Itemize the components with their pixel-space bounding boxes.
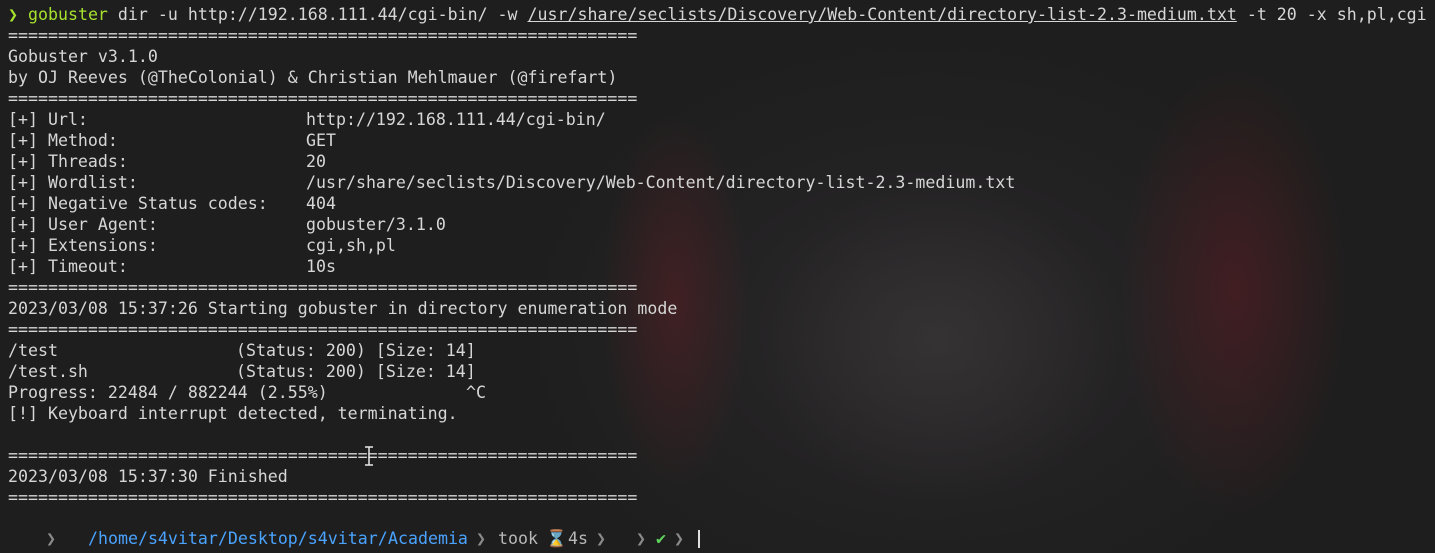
config-row: [+] Threads: 20 — [8, 151, 1408, 172]
segment-separator-icon: ❯ — [636, 529, 646, 548]
separator-line: ========================================… — [8, 26, 638, 45]
config-label: [+] Extensions: — [8, 236, 158, 255]
config-row: [+] Url: http://192.168.111.44/cgi-bin/ — [8, 109, 1408, 130]
command-duration: 4s — [568, 529, 588, 548]
result-row: /test.sh (Status: 200) [Size: 14] — [8, 361, 708, 382]
start-message: 2023/03/08 15:37:26 Starting gobuster in… — [8, 299, 678, 318]
command-wordlist-path: /usr/share/seclists/Discovery/Web-Conten… — [527, 5, 1237, 24]
command-program: gobuster — [28, 5, 108, 24]
config-label: [+] Url: — [8, 110, 88, 129]
result-path: /test.sh — [8, 362, 88, 381]
finish-message: 2023/03/08 15:37:30 Finished — [8, 467, 288, 486]
config-value: 20 — [306, 152, 326, 171]
prompt-arrow-icon: ❯ — [8, 5, 18, 24]
config-label: [+] Method: — [8, 131, 118, 150]
prompt-path-current: Academia — [388, 529, 468, 548]
segment-separator-icon: ❯ — [596, 529, 606, 548]
result-status: (Status: 200) [Size: 14] — [236, 362, 476, 381]
banner-authors: by OJ Reeves (@TheColonial) & Christian … — [8, 68, 618, 87]
config-value: gobuster/3.1.0 — [306, 215, 446, 234]
command-line: ❯ gobuster dir -u http://192.168.111.44/… — [8, 4, 1427, 25]
config-label: [+] Timeout: — [8, 257, 128, 276]
progress-text: Progress: 22484 / 882244 (2.55%) — [8, 383, 328, 402]
config-value: 404 — [306, 194, 336, 213]
text-cursor-icon — [365, 446, 373, 466]
separator-line: ========================================… — [8, 488, 638, 507]
command-args-after: -t 20 -x sh,pl,cgi — [1236, 5, 1427, 24]
result-path: /test — [8, 341, 58, 360]
segment-separator-icon: ❯ — [476, 529, 486, 548]
config-label: [+] Negative Status codes: — [8, 194, 268, 213]
separator-line: ========================================… — [8, 89, 638, 108]
config-value: cgi,sh,pl — [306, 236, 396, 255]
config-row: [+] Negative Status codes: 404 — [8, 193, 1408, 214]
interrupt-keys: ^C — [466, 383, 486, 402]
config-value: 10s — [306, 257, 336, 276]
config-row: [+] Method: GET — [8, 130, 1408, 151]
separator-line: ========================================… — [8, 320, 638, 339]
config-row: [+] Wordlist: /usr/share/seclists/Discove… — [8, 172, 1408, 193]
hourglass-icon: ⌛ — [546, 529, 567, 548]
config-label: [+] Threads: — [8, 152, 128, 171]
banner-version: Gobuster v3.1.0 — [8, 47, 158, 66]
separator-line: ========================================… — [8, 278, 638, 297]
status-ok-icon: ✔ — [656, 529, 666, 548]
config-value: GET — [306, 131, 336, 150]
config-row: [+] Timeout: 10s — [8, 256, 1408, 277]
terminal-window[interactable]: ❯ gobuster dir -u http://192.168.111.44/… — [0, 0, 1435, 553]
shell-prompt: ❯ /home/s4vitar/Desktop/s4vitar/ Academi… — [0, 528, 1435, 550]
config-row: [+] Extensions: cgi,sh,pl — [8, 235, 1408, 256]
config-value: /usr/share/seclists/Discovery/Web-Conten… — [306, 173, 1016, 192]
config-row: [+] User Agent: gobuster/3.1.0 — [8, 214, 1408, 235]
command-args-before: dir -u http://192.168.111.44/cgi-bin/ -w — [107, 5, 528, 24]
config-label: [+] User Agent: — [8, 215, 158, 234]
config-label: [+] Wordlist: — [8, 173, 138, 192]
input-cursor[interactable] — [698, 530, 700, 548]
result-status: (Status: 200) [Size: 14] — [236, 341, 476, 360]
separator-line: ========================================… — [8, 446, 638, 465]
segment-separator-icon: ❯ — [46, 529, 56, 548]
result-row: /test (Status: 200) [Size: 14] — [8, 340, 708, 361]
config-value: http://192.168.111.44/cgi-bin/ — [306, 110, 606, 129]
segment-separator-icon: ❯ — [674, 529, 684, 548]
prompt-path-parent: /home/s4vitar/Desktop/s4vitar/ — [88, 529, 388, 548]
progress-line: Progress: 22484 / 882244 (2.55%) ^C — [8, 382, 708, 403]
interrupt-message: [!] Keyboard interrupt detected, termina… — [8, 404, 458, 423]
took-label: took — [498, 529, 538, 548]
